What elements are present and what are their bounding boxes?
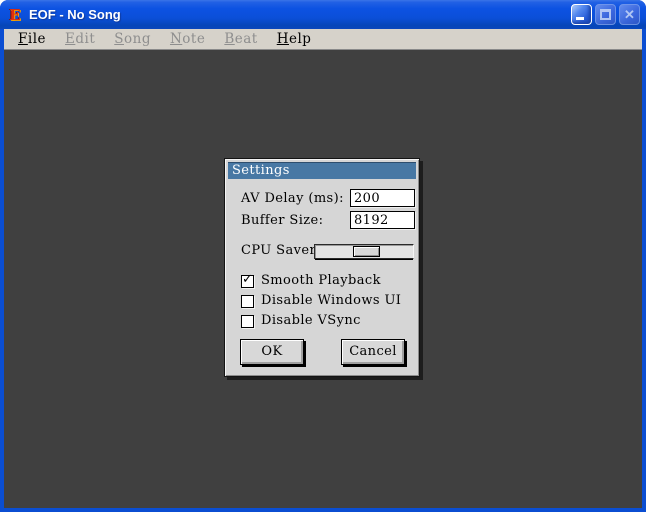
menu-edit: Edit	[65, 31, 96, 47]
cpu-saver-label: CPU Saver	[241, 243, 317, 258]
maximize-icon	[600, 9, 611, 20]
smooth-playback-row: ✓ Smooth Playback	[241, 271, 381, 288]
checkmark-icon: ✓	[242, 271, 254, 287]
smooth-playback-label: Smooth Playback	[261, 273, 381, 288]
ok-button[interactable]: OK	[240, 339, 304, 365]
cancel-button[interactable]: Cancel	[341, 339, 405, 365]
app-window: E EOF - No Song ✕ File Edit Song Note Be…	[0, 0, 646, 512]
settings-dialog-titlebar: Settings	[228, 162, 416, 179]
menu-song: Song	[114, 31, 151, 47]
disable-vsync-row: Disable VSync	[241, 314, 361, 328]
av-delay-input[interactable]	[350, 189, 415, 207]
window-title: EOF - No Song	[29, 7, 121, 22]
minimize-icon	[576, 17, 584, 20]
menu-note: Note	[169, 31, 206, 47]
app-icon: E	[9, 5, 21, 24]
window-controls: ✕	[571, 4, 640, 25]
cpu-saver-slider[interactable]	[314, 244, 414, 259]
menu-beat: Beat	[224, 31, 258, 47]
disable-windows-ui-checkbox[interactable]	[241, 294, 254, 308]
disable-windows-ui-row: Disable Windows UI	[241, 294, 401, 308]
close-icon: ✕	[624, 7, 635, 22]
window-titlebar: E EOF - No Song ✕	[0, 0, 646, 29]
disable-vsync-label: Disable VSync	[261, 313, 361, 328]
client-area: Settings AV Delay (ms): Buffer Size: CPU…	[4, 50, 642, 508]
buffer-size-label: Buffer Size:	[241, 213, 324, 228]
minimize-button[interactable]	[571, 4, 592, 25]
disable-vsync-checkbox[interactable]	[241, 314, 254, 328]
maximize-button[interactable]	[595, 4, 616, 25]
smooth-playback-checkbox[interactable]: ✓	[241, 271, 254, 288]
settings-dialog: Settings AV Delay (ms): Buffer Size: CPU…	[224, 158, 420, 377]
cpu-saver-slider-thumb[interactable]	[352, 246, 380, 257]
disable-windows-ui-label: Disable Windows UI	[261, 293, 402, 308]
close-button[interactable]: ✕	[619, 4, 640, 25]
menu-file[interactable]: File	[18, 29, 46, 49]
buffer-size-input[interactable]	[350, 211, 415, 229]
menu-help[interactable]: Help	[277, 29, 312, 49]
menu-bar: File Edit Song Note Beat Help	[4, 29, 642, 50]
av-delay-label: AV Delay (ms):	[241, 191, 344, 206]
